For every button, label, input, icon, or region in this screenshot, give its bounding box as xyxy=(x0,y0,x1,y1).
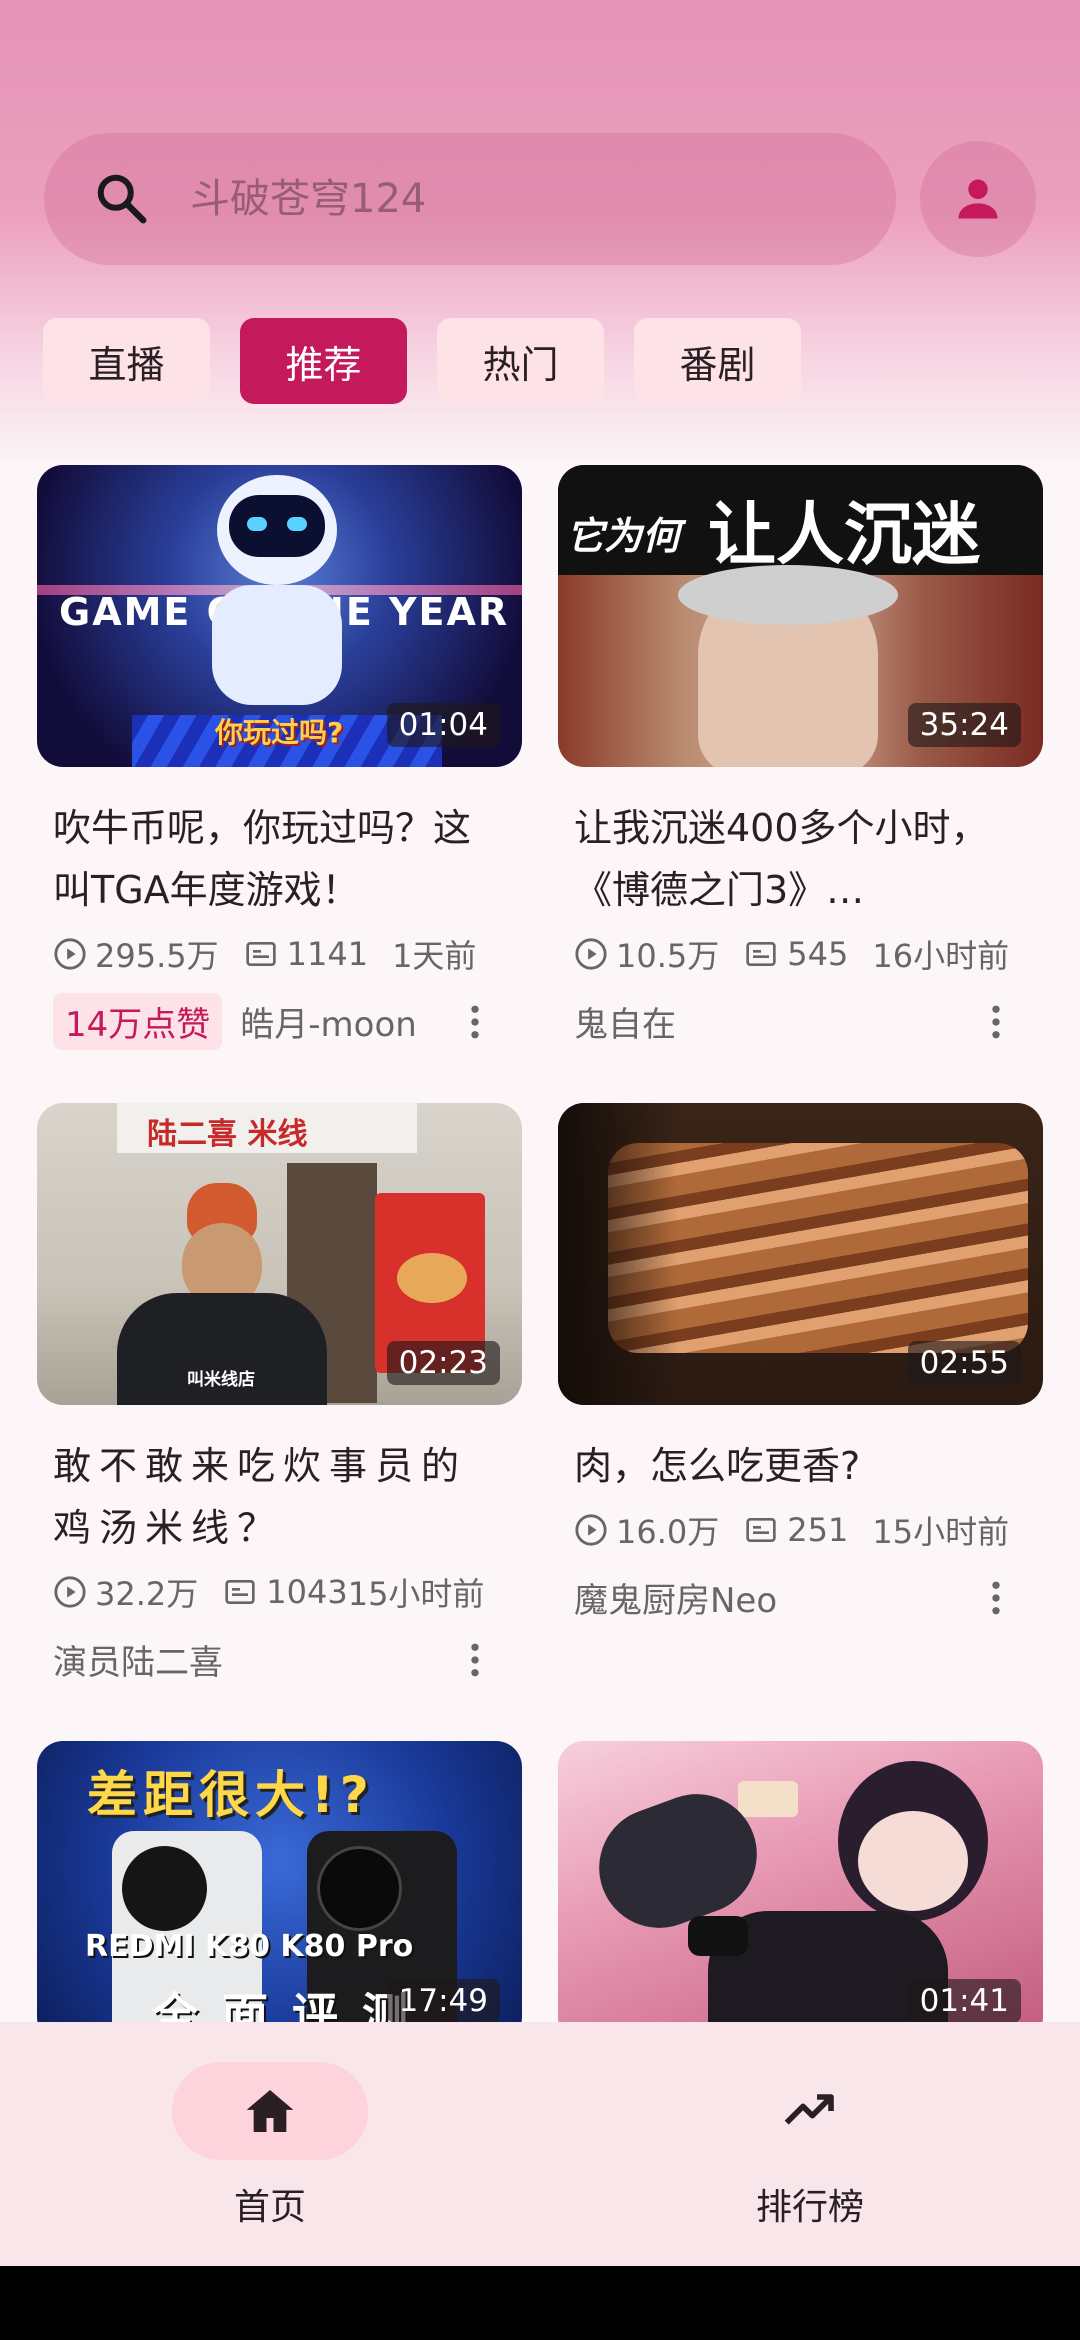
view-count: 32.2万 xyxy=(95,1575,199,1613)
danmaku-icon xyxy=(746,942,776,966)
tab-recommend[interactable]: 推荐 xyxy=(240,318,407,404)
danmaku-icon xyxy=(225,1580,255,1604)
video-title[interactable]: 让我沉迷400多个小时，《博德之门3》… xyxy=(558,797,1043,921)
nav-home-indicator[interactable] xyxy=(172,2062,368,2160)
comment-count: 1043 xyxy=(266,1573,348,1611)
video-meta: 16.0万 251 15小时前 xyxy=(558,1507,1043,1553)
video-duration: 35:24 xyxy=(907,703,1021,747)
video-card[interactable]: 陆二喜 米线 叫米线店 02:23 敢不敢来吃炊事员的鸡汤米线？ 32.2万 1… xyxy=(37,1103,522,1689)
publish-time: 15小时前 xyxy=(872,1513,1010,1551)
danmaku-icon xyxy=(245,942,276,966)
more-options-icon[interactable] xyxy=(470,1005,480,1039)
category-tabs: 直播 推荐 热门 番剧 xyxy=(43,318,801,404)
search-bar[interactable] xyxy=(44,133,896,265)
video-duration: 02:23 xyxy=(386,1341,500,1385)
video-card[interactable]: 01:41 xyxy=(558,1741,1043,2043)
publish-time: 1天前 xyxy=(392,937,477,975)
video-thumbnail[interactable]: 差距很大!? REDMI K80 K80 Pro 全面评测 17:49 xyxy=(37,1741,522,2043)
thumbnail-caption: 叫米线店 xyxy=(187,1370,255,1390)
video-duration: 01:41 xyxy=(907,1979,1021,2023)
view-count: 16.0万 xyxy=(616,1513,720,1551)
video-meta: 32.2万 1043 15小时前 xyxy=(37,1569,522,1615)
thumbnail-caption: 让人沉迷 xyxy=(708,496,981,575)
video-title[interactable]: 吹牛币呢，你玩过吗？这叫TGA年度游戏！ xyxy=(37,797,522,921)
nav-home-label: 首页 xyxy=(233,2187,306,2228)
comment-count: 1141 xyxy=(286,935,369,973)
more-options-icon[interactable] xyxy=(991,1581,1001,1615)
person-icon xyxy=(958,179,998,219)
video-card[interactable]: 它为何 让人沉迷 35:24 让我沉迷400多个小时，《博德之门3》… 10.5… xyxy=(558,465,1043,1051)
danmaku-icon xyxy=(746,1518,776,1542)
play-count-icon xyxy=(54,938,86,970)
video-duration: 02:55 xyxy=(907,1341,1021,1385)
play-count-icon xyxy=(575,1514,607,1546)
author-name[interactable]: 鬼自在 xyxy=(574,997,676,1046)
author-name[interactable]: 演员陆二喜 xyxy=(53,1635,223,1684)
video-title[interactable]: 敢不敢来吃炊事员的鸡汤米线？ xyxy=(37,1435,522,1559)
video-footer: 14万点赞 皓月-moon xyxy=(37,991,522,1051)
video-title[interactable]: 肉，怎么吃更香? xyxy=(558,1435,1043,1497)
tab-hot[interactable]: 热门 xyxy=(437,318,604,404)
video-card[interactable]: 02:55 肉，怎么吃更香? 16.0万 251 15小时前 魔鬼厨房Neo xyxy=(558,1103,1043,1627)
thumbnail-caption: 差距很大!? xyxy=(87,1766,375,1824)
play-count-icon xyxy=(54,1576,86,1608)
publish-time: 16小时前 xyxy=(872,937,1010,975)
video-duration: 01:04 xyxy=(386,703,500,747)
tab-anime[interactable]: 番剧 xyxy=(634,318,801,404)
author-name[interactable]: 皓月-moon xyxy=(240,997,417,1046)
video-thumbnail[interactable]: 陆二喜 米线 叫米线店 02:23 xyxy=(37,1103,522,1405)
view-count: 295.5万 xyxy=(95,937,219,975)
video-footer: 鬼自在 xyxy=(558,991,1043,1051)
video-card[interactable]: GAME OF THE YEAR 你玩过吗? 01:04 吹牛币呢，你玩过吗？这… xyxy=(37,465,522,1051)
video-footer: 演员陆二喜 xyxy=(37,1629,522,1689)
bottom-navigation: 首页 排行榜 xyxy=(0,2022,1080,2266)
author-name[interactable]: 魔鬼厨房Neo xyxy=(574,1573,777,1622)
comment-count: 545 xyxy=(787,935,849,973)
tab-live[interactable]: 直播 xyxy=(43,318,210,404)
video-card[interactable]: 差距很大!? REDMI K80 K80 Pro 全面评测 17:49 xyxy=(37,1741,522,2043)
video-thumbnail[interactable]: GAME OF THE YEAR 你玩过吗? 01:04 xyxy=(37,465,522,767)
system-navigation-bar xyxy=(0,2266,1080,2340)
thumbnail-caption: 它为何 xyxy=(566,514,681,558)
nav-ranking-label: 排行榜 xyxy=(755,2187,864,2228)
video-footer: 魔鬼厨房Neo xyxy=(558,1567,1043,1627)
video-thumbnail[interactable]: 01:41 xyxy=(558,1741,1043,2043)
video-meta: 10.5万 545 16小时前 xyxy=(558,931,1043,977)
thumbnail-caption: 你玩过吗? xyxy=(215,716,344,749)
like-badge: 14万点赞 xyxy=(53,992,223,1050)
video-meta: 295.5万 1141 1天前 xyxy=(37,931,522,977)
search-input[interactable] xyxy=(190,176,870,222)
home-icon xyxy=(246,2090,294,2132)
trending-icon xyxy=(784,2094,834,2125)
view-count: 10.5万 xyxy=(616,937,720,975)
thumbnail-caption: 陆二喜 米线 xyxy=(147,1117,308,1152)
publish-time: 15小时前 xyxy=(347,1575,485,1613)
nav-home[interactable]: 首页 xyxy=(120,2062,420,2230)
comment-count: 251 xyxy=(787,1511,849,1549)
thumbnail-caption: REDMI K80 K80 Pro xyxy=(85,1929,414,1964)
more-options-icon[interactable] xyxy=(991,1005,1001,1039)
video-thumbnail[interactable]: 02:55 xyxy=(558,1103,1043,1405)
play-count-icon xyxy=(575,938,607,970)
video-duration: 17:49 xyxy=(386,1979,500,2023)
avatar-button[interactable] xyxy=(920,141,1036,257)
search-icon xyxy=(97,174,147,224)
video-thumbnail[interactable]: 它为何 让人沉迷 35:24 xyxy=(558,465,1043,767)
more-options-icon[interactable] xyxy=(470,1643,480,1677)
nav-ranking[interactable]: 排行榜 xyxy=(660,2062,960,2230)
nav-ranking-indicator[interactable] xyxy=(712,2062,908,2160)
